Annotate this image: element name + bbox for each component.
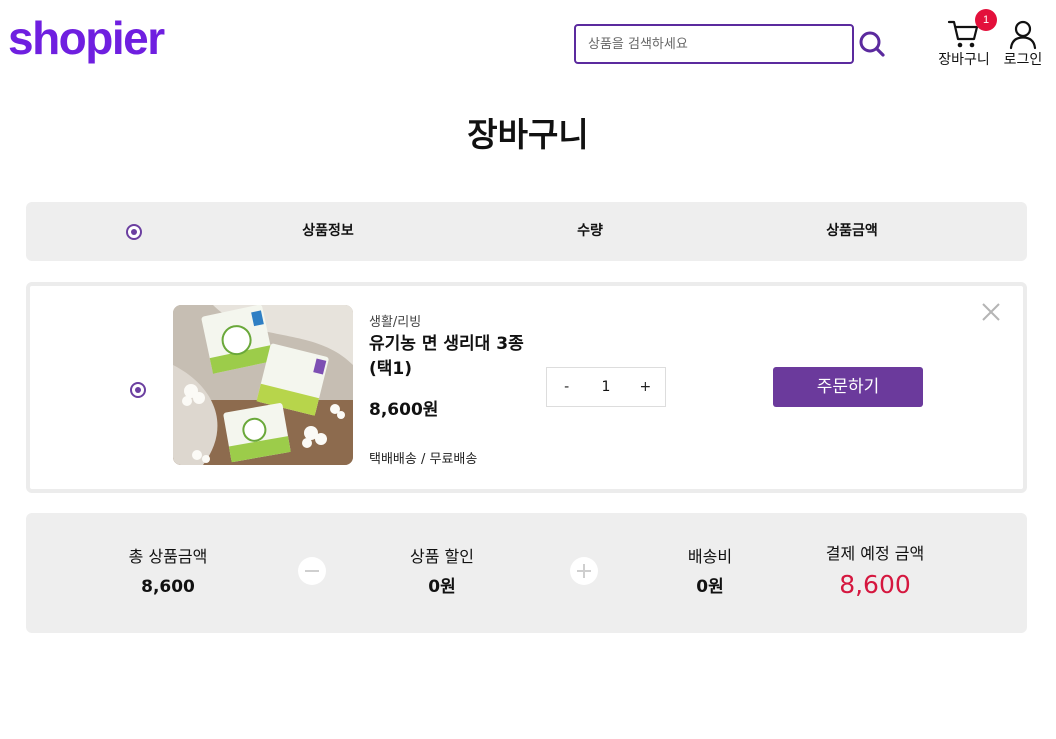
select-all-radio[interactable]	[126, 224, 142, 240]
header-product-info: 상품정보	[302, 223, 354, 239]
quantity-value[interactable]: 1	[586, 368, 625, 406]
plus-icon	[570, 557, 598, 585]
cart-item: 생활/리빙 유기농 면 생리대 3종 (택1) 8,600원 택배배송 / 무료…	[26, 282, 1027, 493]
summary-total-value: 8,600	[141, 577, 195, 597]
user-icon	[1009, 20, 1037, 50]
quantity-stepper: - 1 +	[546, 367, 666, 407]
product-category: 생활/리빙	[369, 315, 422, 330]
quantity-increase-button[interactable]: +	[626, 368, 665, 406]
summary-discount: 상품 할인 0원	[410, 513, 474, 598]
cart-button[interactable]: 1 장바구니	[934, 9, 997, 69]
logo[interactable]: shopier	[8, 10, 165, 66]
summary-total-label: 총 상품금액	[128, 547, 208, 566]
remove-item-button[interactable]	[979, 300, 1003, 324]
page-title: 장바구니	[467, 115, 589, 154]
login-label: 로그인	[1003, 52, 1043, 68]
quantity-decrease-button[interactable]: -	[547, 368, 586, 406]
product-price: 8,600원	[369, 400, 439, 420]
cart-table-header: 상품정보 수량 상품금액	[26, 202, 1027, 261]
summary-discount-value: 0원	[428, 577, 456, 597]
order-summary: 총 상품금액 8,600 상품 할인 0원 배송비 0원 결제 예정 금액 8,…	[26, 513, 1027, 633]
search-icon	[859, 31, 885, 57]
product-name[interactable]: 유기농 면 생리대 3종 (택1)	[369, 332, 539, 382]
summary-shipping: 배송비 0원	[688, 513, 732, 598]
order-button[interactable]: 주문하기	[773, 367, 923, 407]
header-quantity: 수량	[577, 223, 603, 239]
summary-total: 총 상품금액 8,600	[129, 513, 208, 598]
summary-shipping-label: 배송비	[687, 547, 733, 566]
summary-final-label: 결제 예정 금액	[825, 544, 925, 563]
item-select-radio[interactable]	[130, 382, 146, 398]
search-button[interactable]	[858, 30, 886, 58]
close-icon	[982, 303, 1000, 321]
search-box	[574, 24, 854, 64]
login-button[interactable]: 로그인	[993, 14, 1053, 69]
header-price: 상품금액	[826, 223, 878, 239]
product-image[interactable]	[173, 305, 353, 465]
summary-final: 결제 예정 금액 8,600	[826, 513, 925, 601]
product-shipping: 택배배송 / 무료배송	[369, 452, 478, 467]
summary-final-value: 8,600	[839, 570, 911, 599]
summary-discount-label: 상품 할인	[410, 547, 474, 566]
search-input[interactable]	[576, 26, 852, 62]
summary-shipping-value: 0원	[696, 577, 724, 597]
minus-icon	[298, 557, 326, 585]
cart-label: 장바구니	[938, 52, 990, 68]
